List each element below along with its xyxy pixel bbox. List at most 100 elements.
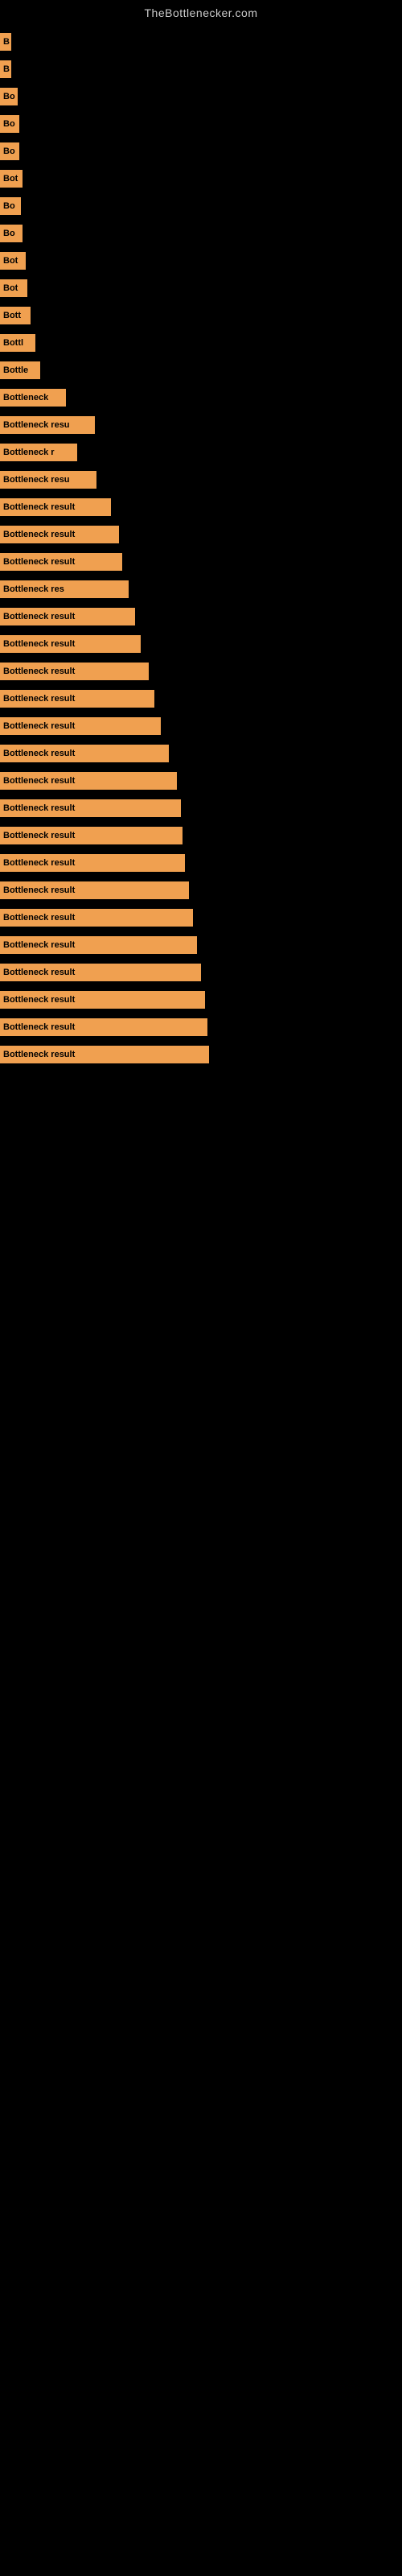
bar-label-21: Bottleneck result — [3, 612, 75, 621]
bar-row: Bo — [0, 222, 402, 245]
bar-label-33: Bottleneck result — [3, 940, 75, 950]
bar-37: Bottleneck result — [0, 1046, 209, 1063]
bar-label-10: Bott — [3, 311, 21, 320]
bar-label-3: Bo — [3, 119, 15, 129]
bar-row: Bottle — [0, 359, 402, 382]
bar-row: Bottl — [0, 332, 402, 354]
bar-row: Bottleneck result — [0, 496, 402, 518]
bar-21: Bottleneck result — [0, 608, 135, 625]
bar-row: Bottleneck res — [0, 578, 402, 601]
bar-3: Bo — [0, 115, 19, 133]
bar-row: Bottleneck result — [0, 715, 402, 737]
bar-24: Bottleneck result — [0, 690, 154, 708]
bar-2: Bo — [0, 88, 18, 105]
bar-label-4: Bo — [3, 147, 15, 156]
bar-29: Bottleneck result — [0, 827, 183, 844]
bars-container: B B Bo Bo Bo Bot Bo Bo Bot Bot Bott Bottl Bottle Bott… — [0, 23, 402, 1066]
bar-label-29: Bottleneck result — [3, 831, 75, 840]
bar-19: Bottleneck result — [0, 553, 122, 571]
bar-row: B — [0, 58, 402, 80]
bar-23: Bottleneck result — [0, 663, 149, 680]
bar-14: Bottleneck resu — [0, 416, 95, 434]
bar-row: Bo — [0, 113, 402, 135]
bar-25: Bottleneck result — [0, 717, 161, 735]
bar-label-37: Bottleneck result — [3, 1050, 75, 1059]
bar-label-18: Bottleneck result — [3, 530, 75, 539]
bar-17: Bottleneck result — [0, 498, 111, 516]
bar-8: Bot — [0, 252, 26, 270]
bar-row: Bo — [0, 85, 402, 108]
bar-row: Bottleneck result — [0, 797, 402, 819]
bar-row: Bottleneck result — [0, 989, 402, 1011]
bar-label-1: B — [3, 64, 10, 74]
bar-9: Bot — [0, 279, 27, 297]
bar-row: Bottleneck — [0, 386, 402, 409]
bar-row: Bottleneck resu — [0, 414, 402, 436]
bar-row: Bottleneck result — [0, 633, 402, 655]
bar-label-27: Bottleneck result — [3, 776, 75, 786]
bar-row: Bottleneck result — [0, 879, 402, 902]
bar-label-12: Bottle — [3, 365, 28, 375]
bar-label-5: Bot — [3, 174, 18, 184]
bar-15: Bottleneck r — [0, 444, 77, 461]
bar-label-11: Bottl — [3, 338, 23, 348]
bar-30: Bottleneck result — [0, 854, 185, 872]
bar-label-31: Bottleneck result — [3, 886, 75, 895]
bar-36: Bottleneck result — [0, 1018, 207, 1036]
bar-label-19: Bottleneck result — [3, 557, 75, 567]
bar-row: B — [0, 31, 402, 53]
bar-6: Bo — [0, 197, 21, 215]
bar-row: Bottleneck resu — [0, 469, 402, 491]
bar-row: Bottleneck result — [0, 523, 402, 546]
bar-label-0: B — [3, 37, 10, 47]
bar-16: Bottleneck resu — [0, 471, 96, 489]
bar-label-9: Bot — [3, 283, 18, 293]
bar-row: Bottleneck result — [0, 770, 402, 792]
bar-row: Bott — [0, 304, 402, 327]
bar-label-20: Bottleneck res — [3, 584, 64, 594]
bar-row: Bottleneck result — [0, 551, 402, 573]
bar-13: Bottleneck — [0, 389, 66, 407]
bar-34: Bottleneck result — [0, 964, 201, 981]
bar-row: Bottleneck result — [0, 934, 402, 956]
bar-row: Bottleneck result — [0, 660, 402, 683]
bar-row: Bottleneck result — [0, 906, 402, 929]
bar-row: Bo — [0, 195, 402, 217]
bar-31: Bottleneck result — [0, 881, 189, 899]
bar-10: Bott — [0, 307, 31, 324]
bar-35: Bottleneck result — [0, 991, 205, 1009]
bar-row: Bottleneck result — [0, 1016, 402, 1038]
bar-label-28: Bottleneck result — [3, 803, 75, 813]
bar-label-14: Bottleneck resu — [3, 420, 70, 430]
bar-row: Bot — [0, 250, 402, 272]
bar-label-36: Bottleneck result — [3, 1022, 75, 1032]
bar-label-24: Bottleneck result — [3, 694, 75, 704]
bar-4: Bo — [0, 142, 19, 160]
bar-12: Bottle — [0, 361, 40, 379]
bar-20: Bottleneck res — [0, 580, 129, 598]
bar-18: Bottleneck result — [0, 526, 119, 543]
bar-32: Bottleneck result — [0, 909, 193, 927]
bar-7: Bo — [0, 225, 23, 242]
bar-11: Bottl — [0, 334, 35, 352]
bar-row: Bot — [0, 167, 402, 190]
bar-26: Bottleneck result — [0, 745, 169, 762]
bar-label-17: Bottleneck result — [3, 502, 75, 512]
bar-label-30: Bottleneck result — [3, 858, 75, 868]
bar-28: Bottleneck result — [0, 799, 181, 817]
bar-row: Bot — [0, 277, 402, 299]
bar-label-35: Bottleneck result — [3, 995, 75, 1005]
bar-row: Bottleneck result — [0, 605, 402, 628]
bar-label-2: Bo — [3, 92, 15, 101]
site-title: TheBottlenecker.com — [0, 0, 402, 23]
bar-label-6: Bo — [3, 201, 15, 211]
bar-row: Bottleneck r — [0, 441, 402, 464]
bar-row: Bottleneck result — [0, 852, 402, 874]
bar-label-25: Bottleneck result — [3, 721, 75, 731]
bar-label-16: Bottleneck resu — [3, 475, 70, 485]
bar-label-23: Bottleneck result — [3, 667, 75, 676]
bar-27: Bottleneck result — [0, 772, 177, 790]
bar-row: Bottleneck result — [0, 742, 402, 765]
bar-22: Bottleneck result — [0, 635, 141, 653]
bar-row: Bottleneck result — [0, 961, 402, 984]
